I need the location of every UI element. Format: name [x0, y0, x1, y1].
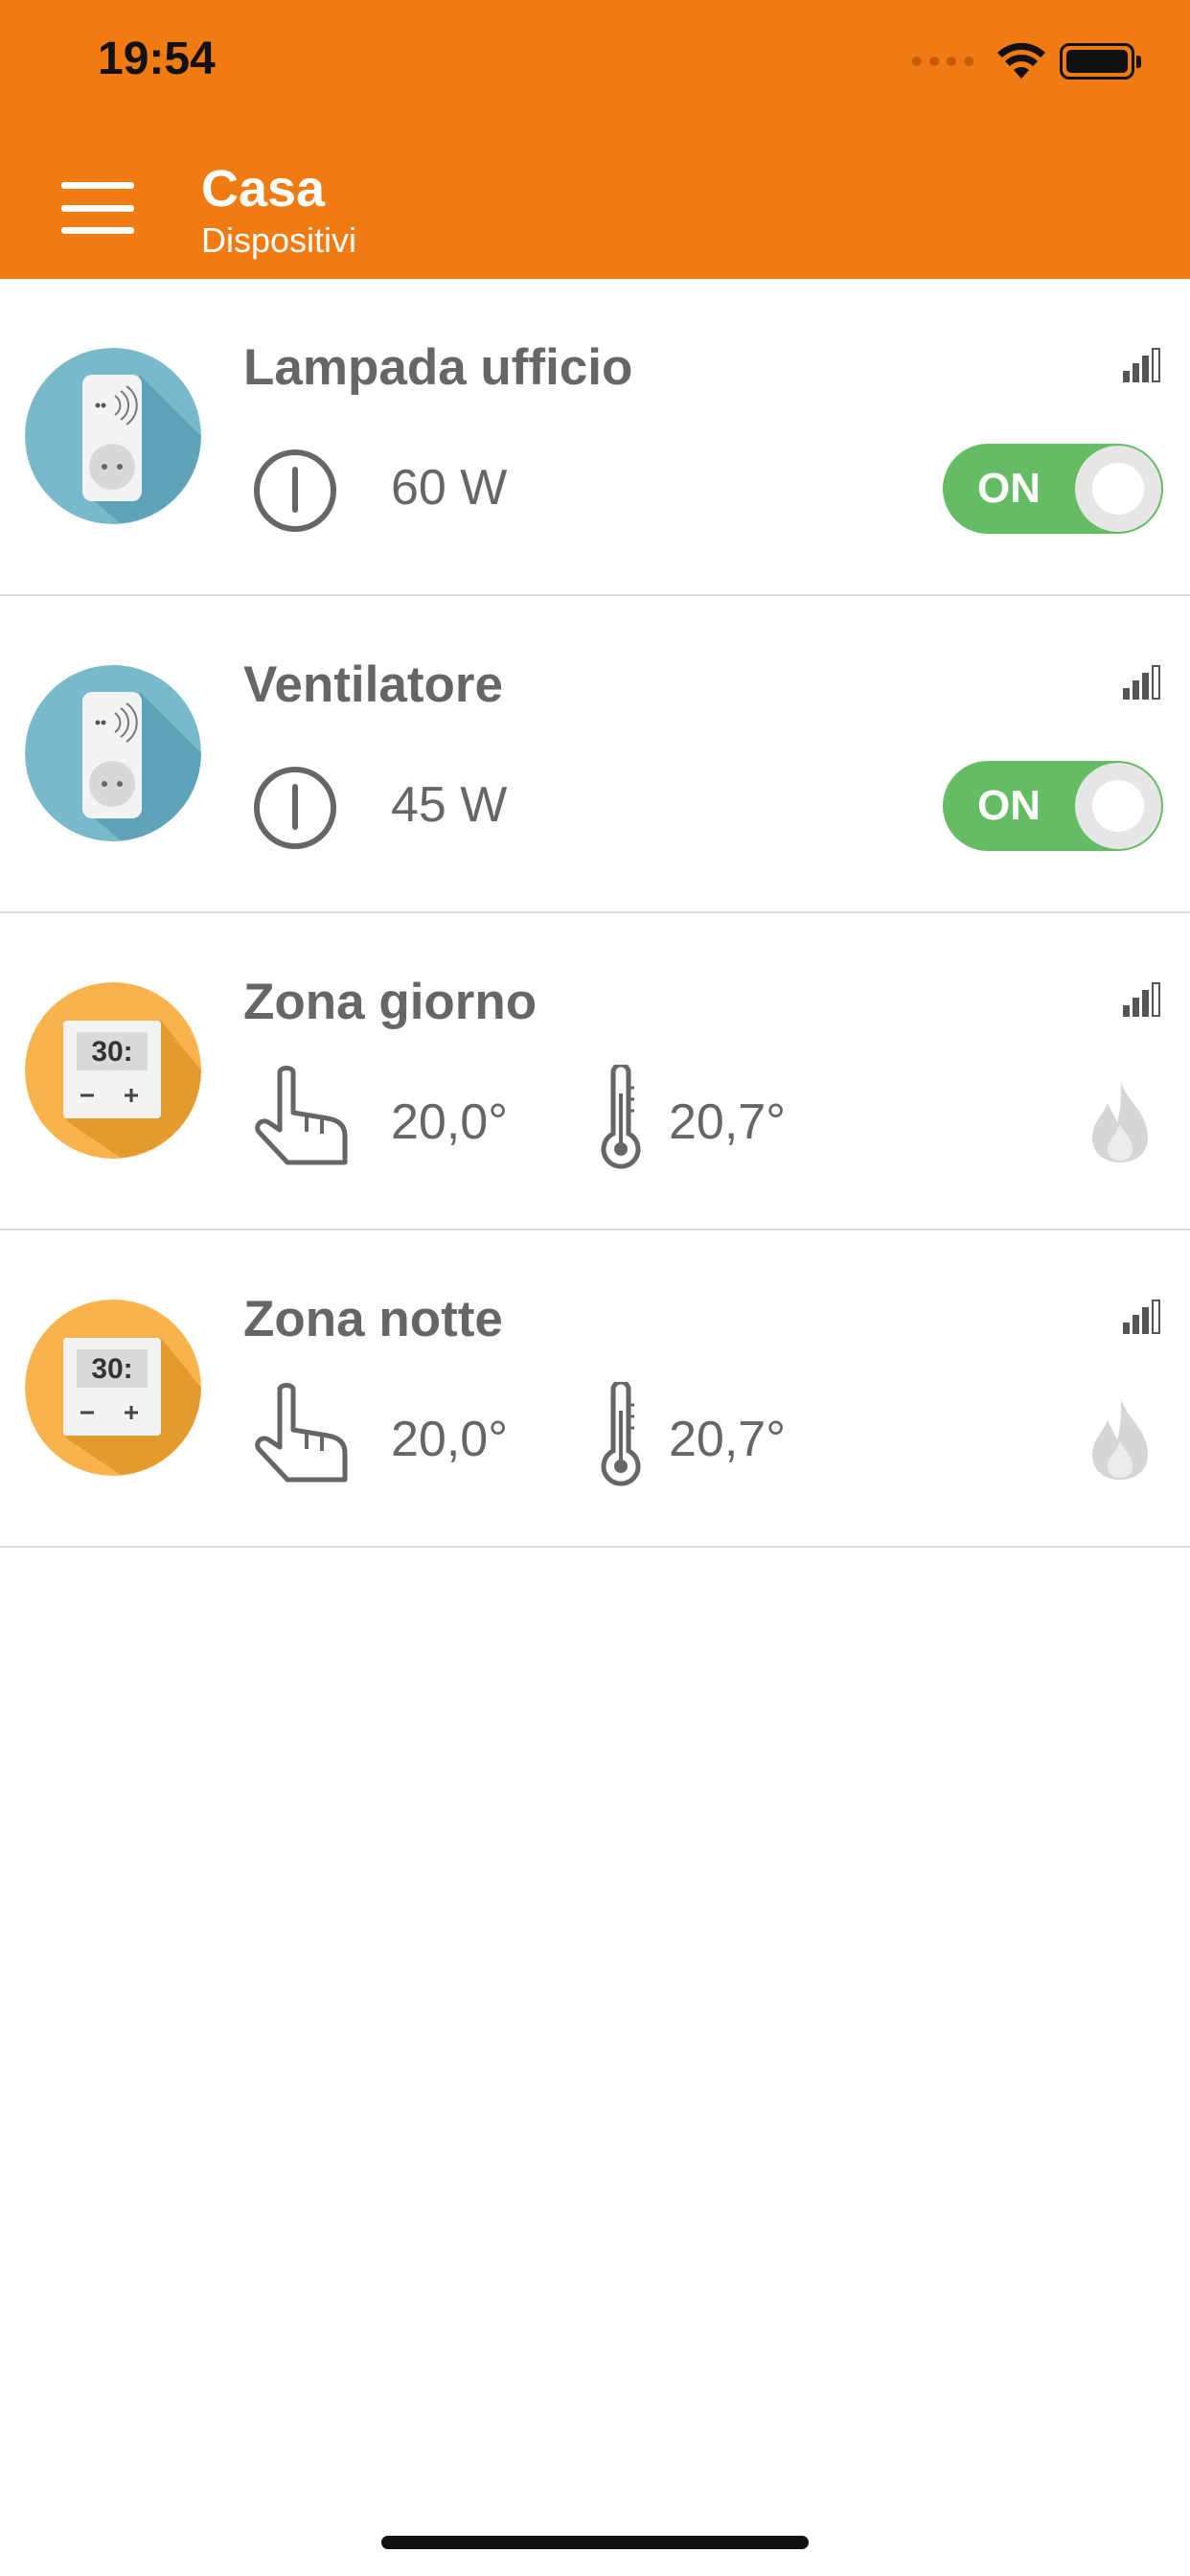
signal-strength-icon [1123, 665, 1160, 700]
app-header: 19:54 Casa Dispositivi [0, 0, 1190, 279]
device-row-zona-notte[interactable]: 30: Zona notte 20,0° 20,7° [0, 1230, 1190, 1548]
setpoint-value: 20,0° [391, 1412, 509, 1467]
device-name: Zona notte [243, 1291, 503, 1347]
status-icons [912, 42, 1141, 80]
hand-pointer-icon [255, 1066, 348, 1165]
cellular-dots-icon [912, 57, 973, 66]
device-name: Zona giorno [243, 974, 538, 1030]
toggle-knob [1075, 763, 1161, 849]
signal-strength-icon [1123, 1300, 1160, 1334]
setpoint-value: 20,0° [391, 1094, 509, 1150]
page-subtitle: Dispositivi [201, 220, 357, 260]
power-icon [254, 449, 336, 532]
device-list: Lampada ufficio 60 W ON Ventilatore 45 W… [0, 279, 1190, 1548]
hand-pointer-icon [255, 1383, 348, 1483]
device-row-lampada-ufficio[interactable]: Lampada ufficio 60 W ON [0, 279, 1190, 596]
signal-strength-icon [1123, 982, 1160, 1017]
page-title: Casa [201, 160, 326, 218]
toggle-label: ON [977, 782, 1041, 829]
temperature-value: 20,7° [669, 1094, 787, 1150]
thermometer-icon [601, 1065, 641, 1169]
toggle-label: ON [977, 465, 1041, 512]
smart-plug-icon [25, 348, 201, 524]
thermostat-icon: 30: [25, 982, 201, 1159]
device-row-zona-giorno[interactable]: 30: Zona giorno 20,0° 20,7° [0, 913, 1190, 1230]
power-value: 60 W [391, 460, 508, 516]
thermostat-icon: 30: [25, 1300, 201, 1476]
power-icon [254, 767, 336, 849]
device-row-ventilatore[interactable]: Ventilatore 45 W ON [0, 596, 1190, 913]
power-toggle[interactable]: ON [943, 761, 1163, 851]
device-name: Ventilatore [243, 656, 503, 713]
signal-strength-icon [1123, 348, 1160, 382]
device-name: Lampada ufficio [243, 339, 633, 396]
toggle-knob [1075, 446, 1161, 532]
thermometer-icon [601, 1382, 641, 1486]
flame-icon [1092, 1082, 1148, 1162]
smart-plug-icon [25, 665, 201, 841]
battery-icon [1060, 43, 1141, 80]
power-toggle[interactable]: ON [943, 444, 1163, 534]
svg-text:30:: 30: [91, 1353, 132, 1385]
flame-icon [1092, 1399, 1148, 1480]
home-indicator[interactable] [381, 2536, 809, 2549]
status-time: 19:54 [98, 34, 216, 84]
wifi-icon [997, 42, 1045, 79]
power-value: 45 W [391, 777, 508, 833]
temperature-value: 20,7° [669, 1412, 787, 1467]
hamburger-menu-icon[interactable] [61, 182, 134, 234]
svg-text:30:: 30: [91, 1036, 132, 1068]
